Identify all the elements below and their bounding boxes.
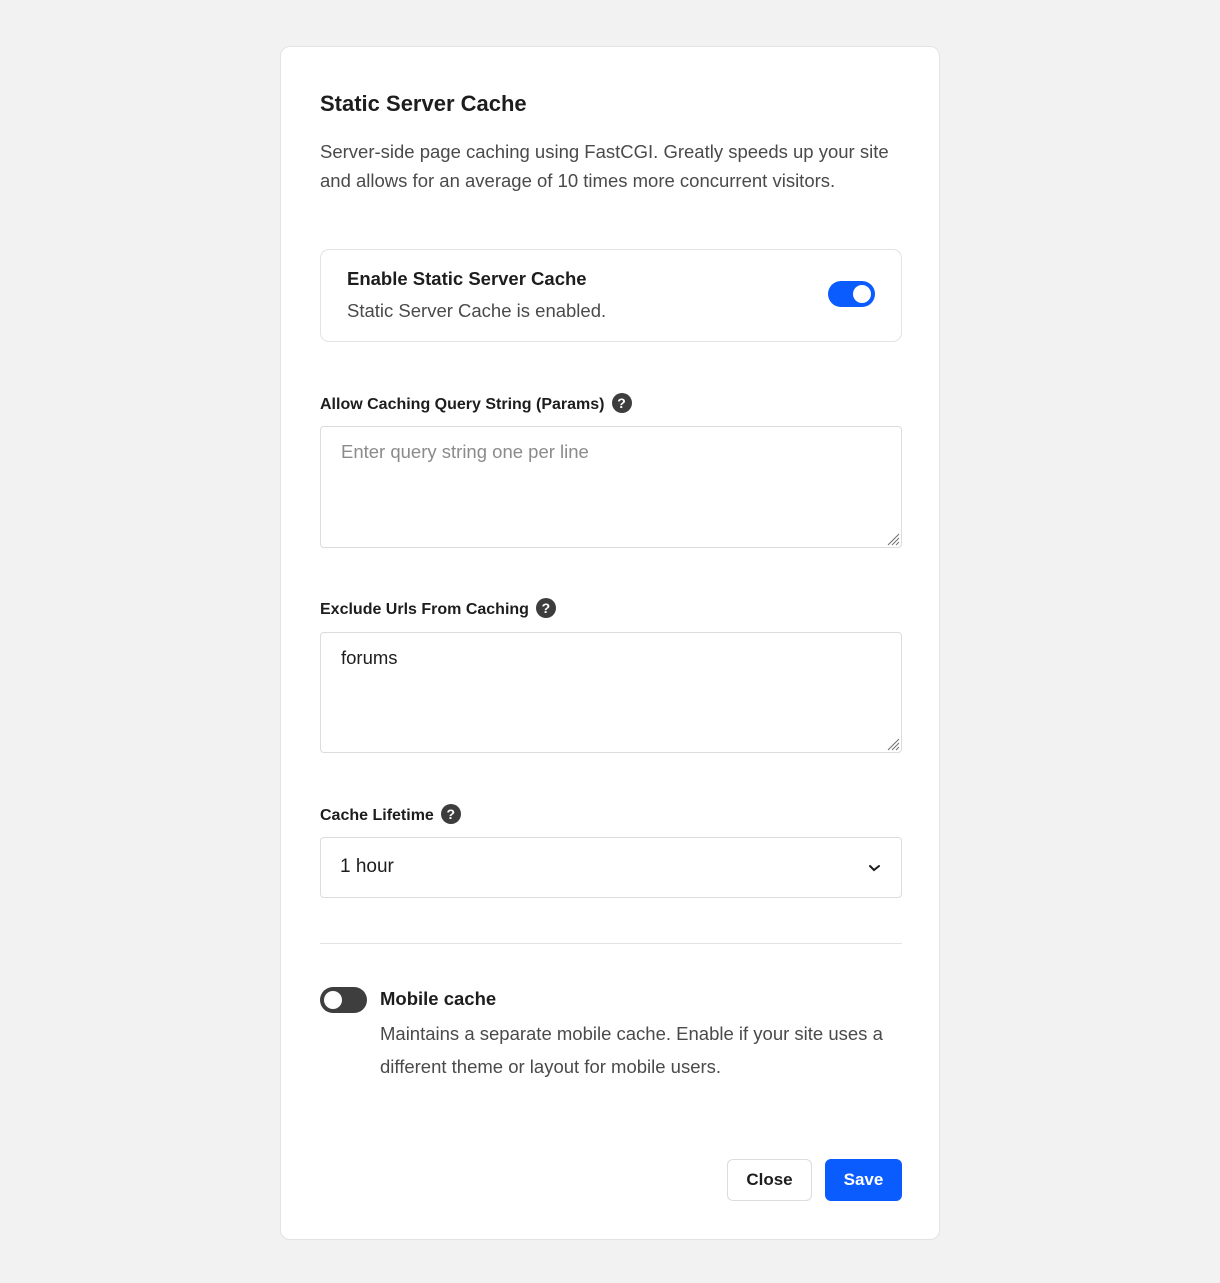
enable-cache-title: Enable Static Server Cache — [347, 268, 587, 289]
resize-handle-icon[interactable] — [886, 532, 900, 546]
modal-title: Static Server Cache — [320, 91, 527, 116]
mobile-cache-description: Maintains a separate mobile cache. Enabl… — [380, 1023, 883, 1077]
enable-cache-status: Static Server Cache is enabled. — [347, 300, 607, 321]
close-button[interactable]: Close — [727, 1159, 812, 1201]
cache-lifetime-label-text: Cache Lifetime — [320, 807, 434, 824]
toggle-knob — [853, 285, 871, 303]
exclude-urls-textarea[interactable] — [320, 632, 902, 753]
exclude-urls-label: Exclude Urls From Caching ? — [320, 598, 556, 620]
modal-description: Server-side page caching using FastCGI. … — [320, 141, 889, 191]
cache-lifetime-value: 1 hour — [340, 856, 394, 877]
exclude-urls-label-text: Exclude Urls From Caching — [320, 601, 529, 618]
toggle-knob — [324, 991, 342, 1009]
mobile-cache-toggle[interactable] — [320, 987, 367, 1013]
section-divider — [320, 943, 902, 944]
question-mark-circle-icon[interactable]: ? — [535, 598, 556, 618]
question-mark-circle-icon[interactable]: ? — [440, 804, 461, 824]
query-string-textarea[interactable] — [320, 426, 902, 548]
enable-cache-toggle[interactable] — [828, 281, 875, 307]
cache-lifetime-select[interactable]: 1 hour — [320, 837, 902, 898]
chevron-down-icon — [869, 865, 880, 872]
save-button[interactable]: Save — [825, 1159, 902, 1201]
query-string-label-text: Allow Caching Query String (Params) — [320, 396, 605, 413]
query-string-label: Allow Caching Query String (Params) ? — [320, 393, 632, 415]
resize-handle-icon[interactable] — [886, 737, 900, 751]
static-server-cache-modal: Static Server Cache Server-side page cac… — [280, 46, 940, 1240]
enable-cache-card: Enable Static Server Cache Static Server… — [320, 249, 902, 342]
mobile-cache-title: Mobile cache — [380, 988, 497, 1009]
question-mark-circle-icon[interactable]: ? — [611, 393, 632, 413]
cache-lifetime-label: Cache Lifetime ? — [320, 804, 461, 826]
